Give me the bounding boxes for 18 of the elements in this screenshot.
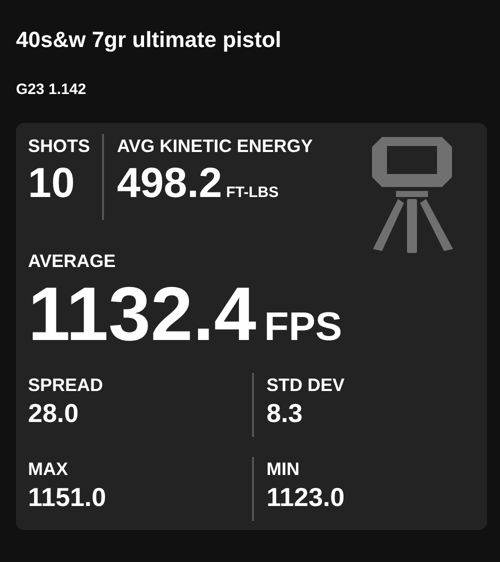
stat-label: MAX: [28, 458, 69, 481]
stat-unit: FT-LBS: [226, 183, 279, 203]
stat-label: SHOTS: [28, 135, 90, 158]
stat-value: 8.3: [266, 397, 304, 429]
stat-value: 498.2: [117, 158, 222, 208]
stat-label: AVG KINETIC ENERGY: [117, 135, 313, 158]
stat-label: STD DEV: [266, 374, 346, 397]
stat-value: 28.0: [28, 397, 80, 429]
stat-label: SPREAD: [28, 374, 104, 397]
subtitle: G23 1.142: [16, 80, 88, 100]
stat-value: 1123.0: [266, 481, 346, 513]
average-value: 1132.4: [28, 277, 256, 353]
stat-label: AVERAGE: [28, 250, 117, 273]
average-unit: FPS: [264, 304, 342, 351]
stat-value: 1151.0: [28, 481, 108, 513]
stat-label: MIN: [266, 458, 300, 481]
page-title: 40s&w 7gr ultimate pistol: [16, 26, 282, 54]
stat-value: 10: [28, 158, 76, 208]
